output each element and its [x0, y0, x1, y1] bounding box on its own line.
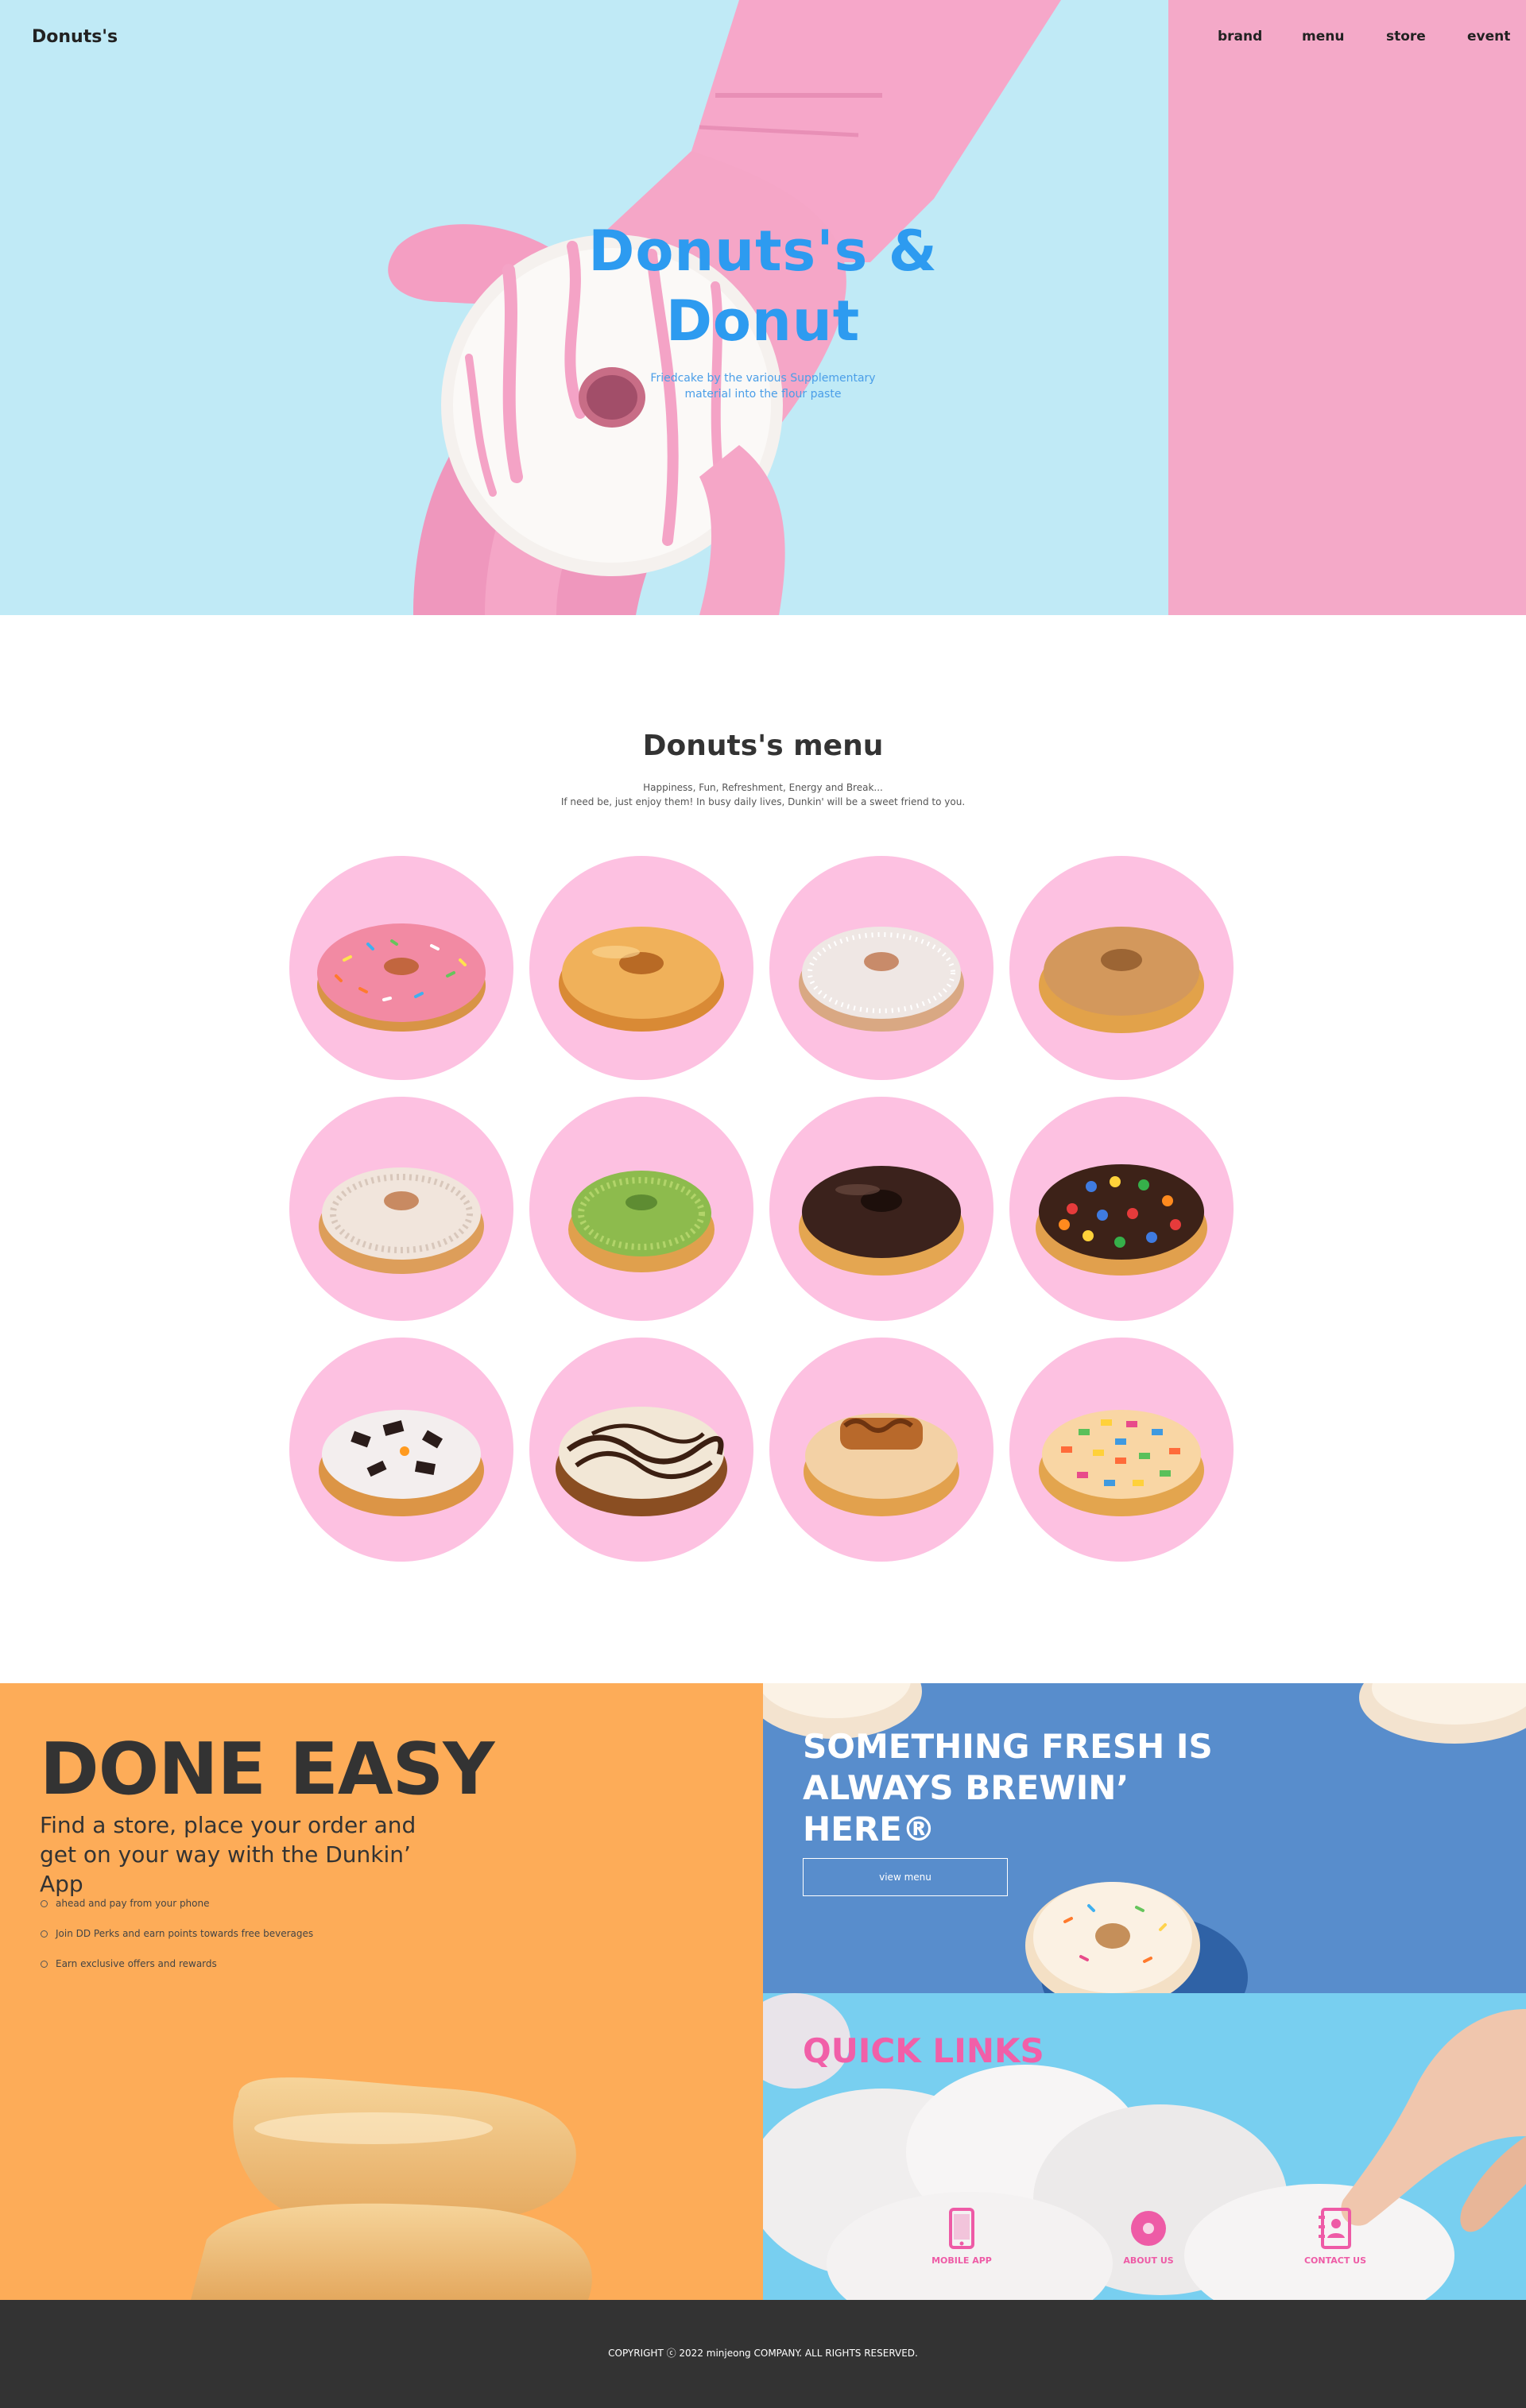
menu-item-6[interactable]: [529, 1097, 753, 1321]
donut-icon: [1131, 2211, 1166, 2246]
glazed-donut-icon: [559, 927, 724, 1032]
mobile-icon: [949, 2208, 974, 2249]
coconut-donut-icon: [319, 1167, 484, 1274]
hero-title-line2: Donut: [665, 288, 861, 354]
menu-desc-line2: If need be, just enjoy them! In busy dai…: [560, 796, 966, 807]
menu-item-1[interactable]: [289, 856, 513, 1080]
menu-item-10[interactable]: [529, 1338, 753, 1562]
hero-subtitle: Friedcake by the various Supplementary m…: [628, 370, 898, 402]
candy-donut-icon: [1036, 1164, 1207, 1276]
hero-subtitle-line1: Friedcake by the various Supplementary: [650, 372, 876, 385]
fresh-title-line2: ALWAYS BREWIN’: [803, 1768, 1129, 1807]
nav-store[interactable]: store: [1386, 29, 1426, 45]
menu-item-3[interactable]: [769, 856, 993, 1080]
fresh-title-line1: SOMETHING FRESH IS: [803, 1727, 1213, 1766]
hero-section: Donuts's brand menu store event Donuts's…: [0, 0, 1526, 615]
menu-desc-line1: Happiness, Fun, Refreshment, Energy and …: [643, 782, 883, 793]
hero-pink-panel: [1168, 0, 1526, 615]
done-easy-subtitle-line1: Find a store, place your order and: [40, 1812, 416, 1838]
quick-link-contact-us[interactable]: CONTACT US: [1280, 2208, 1391, 2266]
menu-item-12[interactable]: [1009, 1338, 1234, 1562]
menu-description: Happiness, Fun, Refreshment, Energy and …: [0, 780, 1526, 809]
quick-link-about-us[interactable]: ABOUT US: [1093, 2208, 1204, 2266]
fresh-title-line3: HERE®: [803, 1810, 935, 1849]
copyright-text: COPYRIGHT ⓒ 2022 minjeong COMPANY. ALL R…: [608, 2348, 918, 2359]
done-easy-list: ahead and pay from your phone Join DD Pe…: [40, 1898, 313, 1988]
cereal-donut-icon: [1039, 1410, 1204, 1516]
sugar-donut-icon: [799, 927, 964, 1032]
hero-title-line1: Donuts's &: [588, 219, 938, 284]
something-fresh-title: SOMETHING FRESH IS ALWAYS BREWIN’ HERE®: [803, 1726, 1216, 1850]
nav-brand[interactable]: brand: [1218, 29, 1262, 45]
contact-book-icon: [1319, 2208, 1351, 2249]
quick-link-label: ABOUT US: [1123, 2255, 1174, 2266]
menu-item-7[interactable]: [769, 1097, 993, 1321]
menu-item-5[interactable]: [289, 1097, 513, 1321]
menu-item-11[interactable]: [769, 1338, 993, 1562]
cookie-donut-icon: [319, 1410, 484, 1516]
list-item: Earn exclusive offers and rewards: [40, 1958, 313, 1988]
menu-title: Donuts's menu: [642, 730, 884, 762]
menu-item-8[interactable]: [1009, 1097, 1234, 1321]
site-footer: COPYRIGHT ⓒ 2022 minjeong COMPANY. ALL R…: [0, 2300, 1526, 2408]
hero-subtitle-line2: material into the flour paste: [684, 388, 842, 401]
menu-item-4[interactable]: [1009, 856, 1234, 1080]
something-fresh-section: SOMETHING FRESH IS ALWAYS BREWIN’ HERE® …: [763, 1683, 1526, 1993]
list-item: ahead and pay from your phone: [40, 1898, 313, 1928]
site-logo[interactable]: Donuts's: [32, 27, 118, 47]
done-easy-subtitle-line2: get on your way with the Dunkin’ App: [40, 1841, 411, 1897]
quick-link-label: MOBILE APP: [931, 2255, 992, 2266]
quick-link-mobile-app[interactable]: MOBILE APP: [906, 2208, 1017, 2266]
quick-links-title: QUICK LINKS: [803, 2031, 1044, 2070]
list-item: Join DD Perks and earn points towards fr…: [40, 1928, 313, 1958]
nav-event[interactable]: event: [1467, 29, 1510, 45]
caramel-donut-icon: [804, 1413, 959, 1516]
smores-donut-icon: [556, 1407, 727, 1516]
chocolate-donut-icon: [799, 1166, 964, 1276]
quick-link-label: CONTACT US: [1303, 2255, 1367, 2266]
hero-title: Donuts's & Donut: [556, 216, 970, 356]
done-easy-subtitle: Find a store, place your order and get o…: [40, 1810, 453, 1899]
view-menu-button[interactable]: view menu: [803, 1858, 1008, 1896]
done-easy-title: DONE EASY: [40, 1728, 494, 1811]
donut-menu-grid: [289, 856, 1237, 1562]
nav-menu[interactable]: menu: [1302, 29, 1344, 45]
pistachio-donut-icon: [568, 1171, 715, 1272]
menu-item-2[interactable]: [529, 856, 753, 1080]
quick-links-section: QUICK LINKS MOBILE APP ABOUT US CONTACT …: [763, 1993, 1526, 2300]
done-easy-section: DONE EASY Find a store, place your order…: [0, 1683, 763, 2300]
menu-item-9[interactable]: [289, 1338, 513, 1562]
main-nav: brand menu store event: [1168, 29, 1526, 52]
strawberry-sprinkle-donut-icon: [317, 923, 486, 1032]
maple-donut-icon: [1039, 927, 1204, 1033]
